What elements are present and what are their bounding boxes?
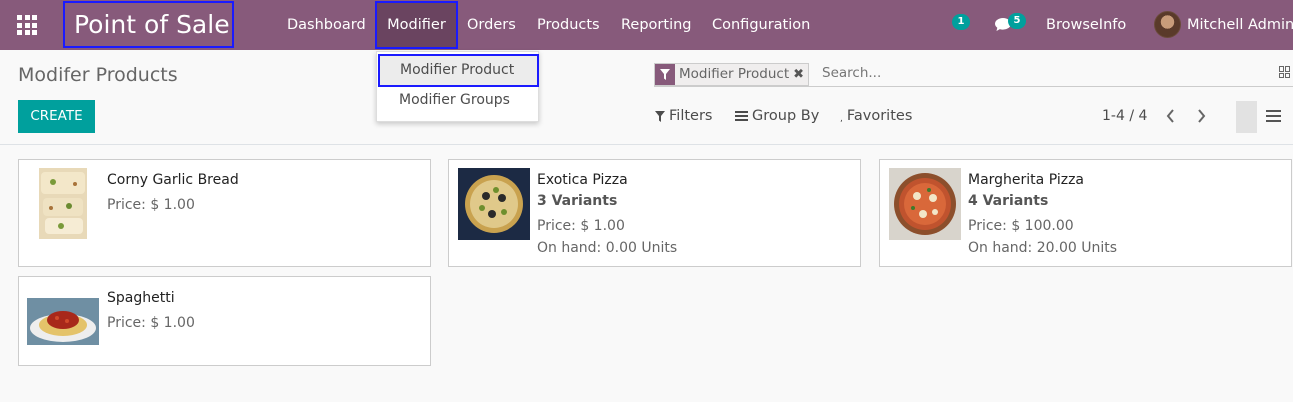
user-avatar[interactable] [1154, 11, 1181, 38]
product-card[interactable]: Spaghetti Price: $ 1.00 [18, 276, 431, 366]
menu-orders[interactable]: Orders [467, 0, 516, 50]
favorites-label: Favorites [846, 108, 913, 124]
control-panel-divider [0, 144, 1293, 145]
product-price: Price: $ 1.00 [107, 197, 195, 213]
product-on-hand: On hand: 20.00 Units [968, 240, 1118, 256]
search-options-toggle-icon[interactable] [1279, 66, 1291, 78]
star-icon: , [840, 114, 843, 124]
apps-grid-icon[interactable] [17, 15, 37, 35]
product-price: Price: $ 100.00 [968, 218, 1074, 234]
filters-label: Filters [669, 108, 713, 124]
menu-reporting[interactable]: Reporting [621, 0, 692, 50]
search-input[interactable] [822, 65, 1262, 81]
product-image [39, 168, 87, 239]
modifier-dropdown-menu: Modifier Product Modifier Groups [376, 51, 539, 122]
product-image [458, 168, 530, 240]
filters-button[interactable]: Filters [655, 108, 712, 124]
product-on-hand: On hand: 0.00 Units [537, 240, 678, 256]
product-price: Price: $ 1.00 [537, 218, 625, 234]
favorites-button[interactable]: , Favorites [840, 108, 912, 124]
menu-dashboard[interactable]: Dashboard [287, 0, 366, 50]
dropdown-item-modifier-product[interactable]: Modifier Product [378, 54, 539, 87]
product-name: Spaghetti [107, 290, 175, 306]
top-navbar: Point of Sale Dashboard Modifier Orders … [0, 0, 1293, 50]
search-bar: Modifier Product ✖ [654, 62, 1293, 87]
pager-previous-icon[interactable] [1166, 108, 1175, 127]
groupby-button[interactable]: Group By [735, 108, 819, 124]
search-facet: Modifier Product ✖ [654, 63, 810, 86]
menu-modifier[interactable]: Modifier [375, 1, 458, 49]
user-menu[interactable]: Mitchell Admin [1187, 0, 1293, 50]
filter-icon [655, 64, 675, 85]
product-card[interactable]: Margherita Pizza 4 Variants Price: $ 100… [879, 159, 1292, 267]
list-view-icon[interactable] [1266, 110, 1281, 123]
filter-icon [655, 110, 665, 122]
product-variants: 3 Variants [537, 193, 618, 209]
pager-next-icon[interactable] [1197, 108, 1206, 127]
activity-count-badge: 1 [952, 14, 970, 30]
kanban-view-button[interactable] [1236, 101, 1257, 133]
page-title: Modifer Products [18, 64, 178, 86]
create-button[interactable]: CREATE [18, 100, 95, 133]
product-card[interactable]: Corny Garlic Bread Price: $ 1.00 [18, 159, 431, 267]
product-name: Margherita Pizza [968, 172, 1085, 188]
product-card[interactable]: Exotica Pizza 3 Variants Price: $ 1.00 O… [448, 159, 861, 267]
product-name: Corny Garlic Bread [107, 172, 239, 188]
menu-configuration[interactable]: Configuration [712, 0, 810, 50]
groupby-label: Group By [752, 108, 820, 124]
product-name: Exotica Pizza [537, 172, 628, 188]
app-title[interactable]: Point of Sale [63, 1, 234, 48]
facet-remove-icon[interactable]: ✖ [793, 64, 808, 85]
company-switcher[interactable]: BrowseInfo [1046, 0, 1126, 50]
dropdown-item-modifier-groups[interactable]: Modifier Groups [399, 92, 510, 108]
product-image [27, 298, 99, 345]
menu-products[interactable]: Products [537, 0, 600, 50]
list-bars-icon [735, 111, 748, 121]
product-price: Price: $ 1.00 [107, 315, 195, 331]
pager-value[interactable]: 1-4 / 4 [1102, 108, 1147, 124]
facet-value: Modifier Product [679, 66, 790, 82]
message-count-badge: 5 [1008, 13, 1026, 29]
product-variants: 4 Variants [968, 193, 1049, 209]
product-image [889, 168, 961, 240]
